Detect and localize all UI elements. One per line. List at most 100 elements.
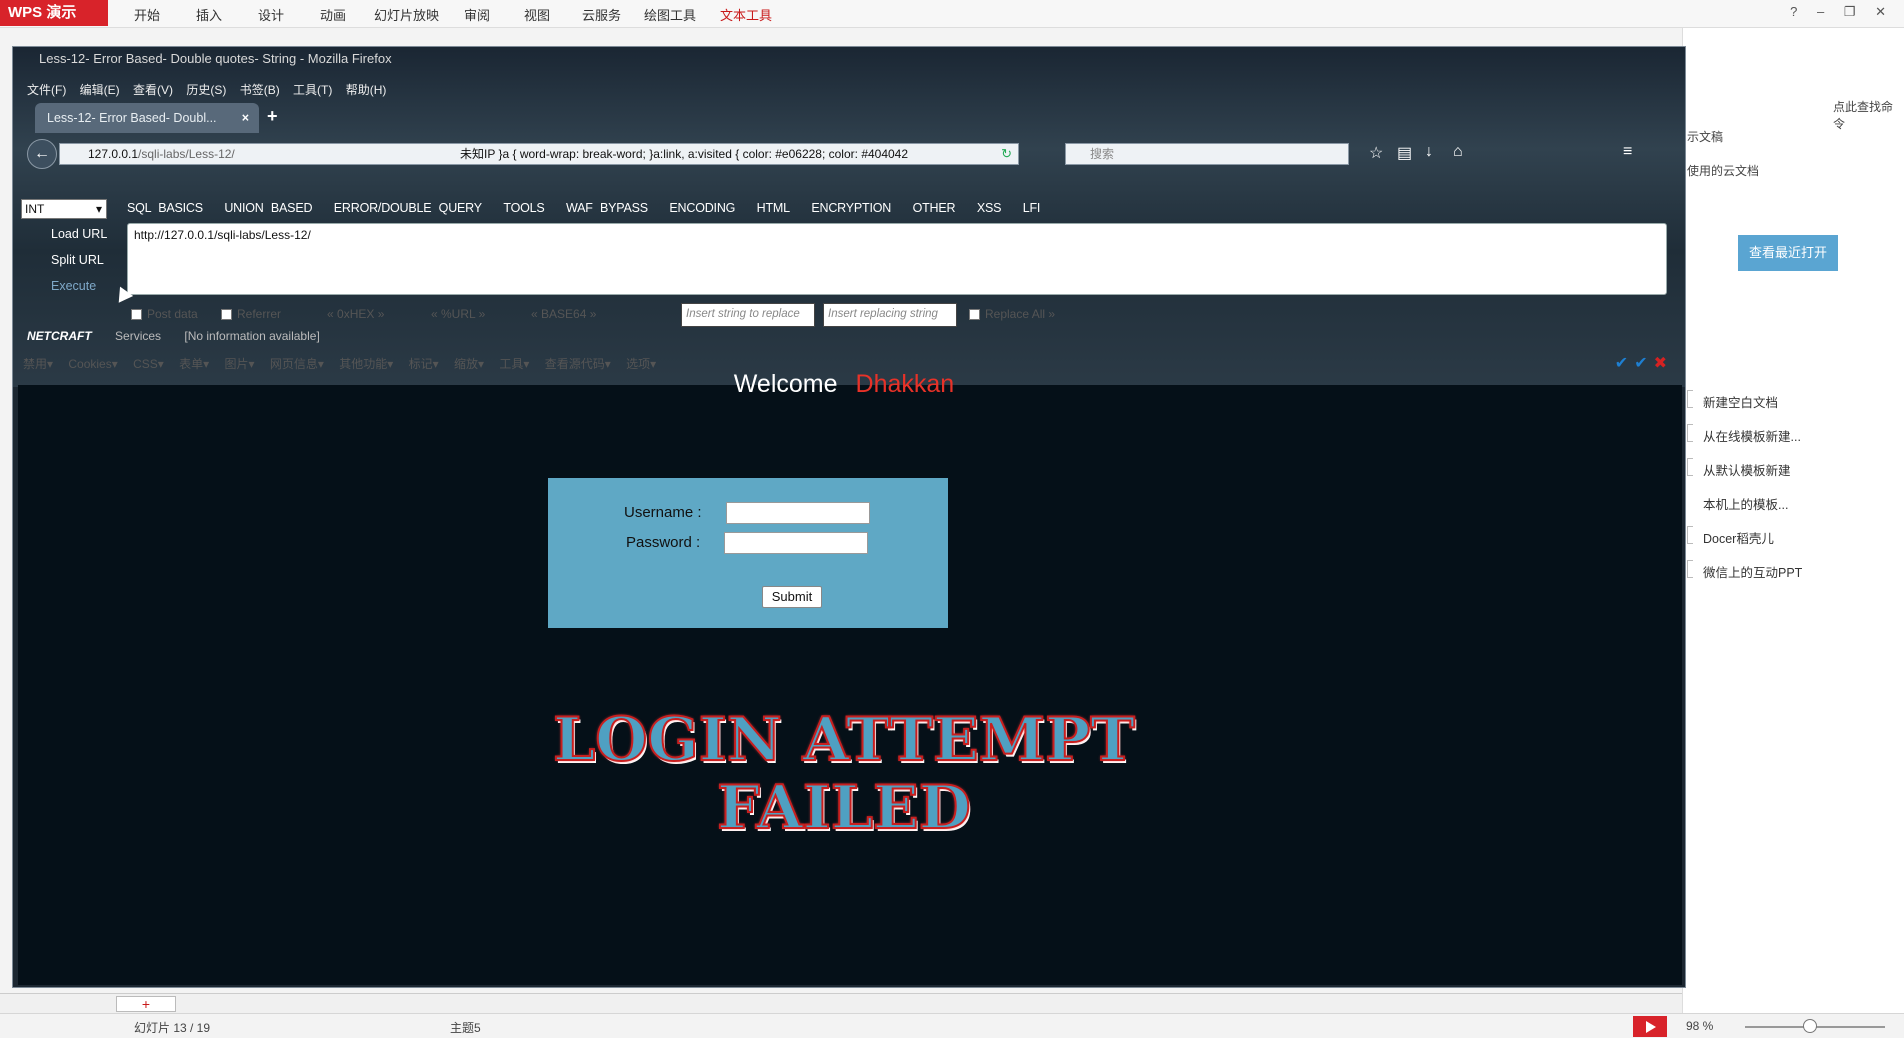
view-source-menu[interactable]: 查看源代码▾ — [545, 357, 611, 371]
ribbon-tab-animation[interactable]: 动画 — [320, 5, 346, 24]
hackbar-url-textarea[interactable]: http://127.0.0.1/sqli-labs/Less-12/ — [127, 223, 1667, 295]
play-slideshow-button[interactable] — [1633, 1016, 1667, 1037]
new-blank-doc-link[interactable]: 新建空白文档 — [1703, 392, 1778, 411]
ribbon-tab-slideshow[interactable]: 幻灯片放映 — [374, 5, 439, 24]
hackbar-menu-waf-bypass[interactable]: WAF BYPASS — [566, 201, 648, 215]
zoom-level: 98 % — [1686, 1019, 1714, 1033]
tab-close-icon[interactable]: × — [242, 103, 249, 133]
login-failed-banner: LOGIN ATTEMPT FAILED — [0, 705, 1688, 843]
menu-bookmarks[interactable]: 书签(B) — [240, 83, 280, 97]
hackbar-menu-encryption[interactable]: ENCRYPTION — [811, 201, 891, 215]
hackbar-menu-tools[interactable]: TOOLS — [503, 201, 544, 215]
execute-button[interactable]: Execute — [51, 279, 96, 293]
command-search-label[interactable]: 点此查找命令 — [1833, 98, 1904, 132]
hackbar-menu-error-double-query[interactable]: ERROR/DOUBLE QUERY — [334, 201, 482, 215]
url-bar[interactable]: 127.0.0.1/sqli-labs/Less-12/ 未知IP }a { w… — [59, 143, 1019, 165]
minimize-icon[interactable]: – — [1817, 4, 1832, 19]
hackbar-menu-sql-basics[interactable]: SQL BASICS — [127, 201, 203, 215]
hackbar-menu-lfi[interactable]: LFI — [1023, 201, 1041, 215]
ribbon-tab-view[interactable]: 视图 — [524, 5, 550, 24]
recent-open-button[interactable]: 查看最近打开 — [1738, 235, 1838, 271]
ribbon-tab-insert[interactable]: 插入 — [196, 5, 222, 24]
hackbar-menu-html[interactable]: HTML — [757, 201, 790, 215]
ribbon-tab-review[interactable]: 审阅 — [464, 5, 490, 24]
cookies-menu[interactable]: Cookies▾ — [68, 357, 117, 371]
url-overlay-text: 未知IP }a { word-wrap: break-word; }a:link… — [460, 147, 909, 161]
reload-icon[interactable]: ↻ — [1001, 144, 1012, 164]
hackbar-menu-other[interactable]: OTHER — [913, 201, 956, 215]
images-menu[interactable]: 图片▾ — [225, 357, 255, 371]
menu-tools[interactable]: 工具(T) — [293, 83, 332, 97]
docer-link[interactable]: Docer稻壳儿 — [1703, 528, 1774, 547]
list-marker — [1687, 560, 1693, 578]
window-controls[interactable]: ? – ❐ ✕ — [1790, 4, 1894, 20]
failed-line-2: FAILED — [716, 773, 972, 843]
hackbar-type-select[interactable]: INT — [21, 199, 107, 219]
misc-menu[interactable]: 其他功能▾ — [339, 357, 393, 371]
zoom-slider-handle[interactable] — [1803, 1019, 1817, 1033]
css-menu[interactable]: CSS▾ — [133, 357, 164, 371]
wps-task-pane: 点此查找命令 示文稿 使用的云文档 查看最近打开 新建空白文档 从在线模板新建.… — [1682, 28, 1904, 1013]
hackbar-menu-xss[interactable]: XSS — [977, 201, 1002, 215]
wps-title-bar: WPS 演示 开始 插入 设计 动画 幻灯片放映 审阅 视图 云服务 绘图工具 … — [0, 0, 1904, 28]
options-menu[interactable]: 选项▾ — [626, 357, 656, 371]
ribbon-tab-cloud[interactable]: 云服务 — [582, 5, 621, 24]
menu-help[interactable]: 帮助(H) — [346, 83, 387, 97]
help-icon[interactable]: ? — [1790, 4, 1805, 19]
bookmark-star-icon[interactable]: ☆ — [1369, 143, 1383, 163]
new-from-online-template-link[interactable]: 从在线模板新建... — [1703, 426, 1801, 445]
ribbon-tab-start[interactable]: 开始 — [134, 5, 160, 24]
password-label: Password : — [626, 534, 701, 551]
menu-history[interactable]: 历史(S) — [186, 83, 226, 97]
search-input[interactable]: 搜索 — [1065, 143, 1349, 165]
wps-logo[interactable]: WPS 演示 — [0, 0, 108, 26]
new-tab-button[interactable]: + — [267, 106, 278, 127]
hamburger-menu-icon[interactable]: ≡ — [1623, 143, 1632, 161]
tools-menu[interactable]: 工具▾ — [499, 357, 529, 371]
netcraft-logo[interactable]: NETCRAFT — [27, 329, 92, 343]
post-data-checkbox[interactable] — [131, 309, 142, 321]
username-input[interactable] — [726, 502, 870, 524]
ribbon-tab-text-tools[interactable]: 文本工具 — [720, 5, 772, 24]
resize-menu[interactable]: 缩放▾ — [454, 357, 484, 371]
cloud-docs-label[interactable]: 使用的云文档 — [1687, 162, 1759, 179]
hex-encode-button[interactable]: « 0xHEX » — [327, 307, 384, 321]
wechat-ppt-link[interactable]: 微信上的互动PPT — [1703, 562, 1802, 581]
home-icon[interactable]: ⌂ — [1453, 143, 1463, 161]
local-templates-link[interactable]: 本机上的模板... — [1703, 494, 1788, 513]
ribbon-tab-design[interactable]: 设计 — [258, 5, 284, 24]
close-icon[interactable]: ✕ — [1875, 4, 1894, 19]
username-label: Username : — [624, 504, 702, 521]
netcraft-services[interactable]: Services — [115, 329, 161, 343]
url-encode-button[interactable]: « %URL » — [431, 307, 485, 321]
load-url-button[interactable]: Load URL — [51, 227, 107, 241]
split-url-button[interactable]: Split URL — [51, 253, 104, 267]
ribbon-tab-drawing-tools[interactable]: 绘图工具 — [644, 5, 696, 24]
forms-menu[interactable]: 表单▾ — [179, 357, 209, 371]
outline-menu[interactable]: 标记▾ — [409, 357, 439, 371]
base64-button[interactable]: « BASE64 » — [531, 307, 596, 321]
new-from-default-template-link[interactable]: 从默认模板新建 — [1703, 460, 1791, 479]
url-host: 127.0.0.1 — [88, 147, 139, 161]
submit-button[interactable]: Submit — [762, 586, 822, 608]
hackbar-menu-union-based[interactable]: UNION BASED — [224, 201, 312, 215]
menu-edit[interactable]: 编辑(E) — [80, 83, 120, 97]
netcraft-info: [No information available] — [184, 329, 320, 343]
password-input[interactable] — [724, 532, 868, 554]
download-icon[interactable]: ↓ — [1425, 143, 1433, 161]
page-content — [18, 385, 1682, 985]
back-button[interactable]: ← — [27, 139, 57, 169]
page-info-menu[interactable]: 网页信息▾ — [270, 357, 324, 371]
menu-view[interactable]: 查看(V) — [133, 83, 173, 97]
disable-menu[interactable]: 禁用▾ — [23, 357, 53, 371]
reading-list-icon[interactable]: ▤ — [1397, 143, 1412, 163]
browser-tab[interactable]: Less-12- Error Based- Doubl... × — [35, 103, 259, 133]
hackbar-menu-encoding[interactable]: ENCODING — [669, 201, 735, 215]
add-slide-button[interactable]: + — [116, 996, 176, 1012]
replace-all-checkbox[interactable] — [969, 309, 980, 321]
replace-find-input[interactable]: Insert string to replace — [681, 303, 815, 327]
restore-icon[interactable]: ❐ — [1844, 4, 1864, 19]
replace-with-input[interactable]: Insert replacing string — [823, 303, 957, 327]
menu-file[interactable]: 文件(F) — [27, 83, 66, 97]
referrer-checkbox[interactable] — [221, 309, 232, 321]
